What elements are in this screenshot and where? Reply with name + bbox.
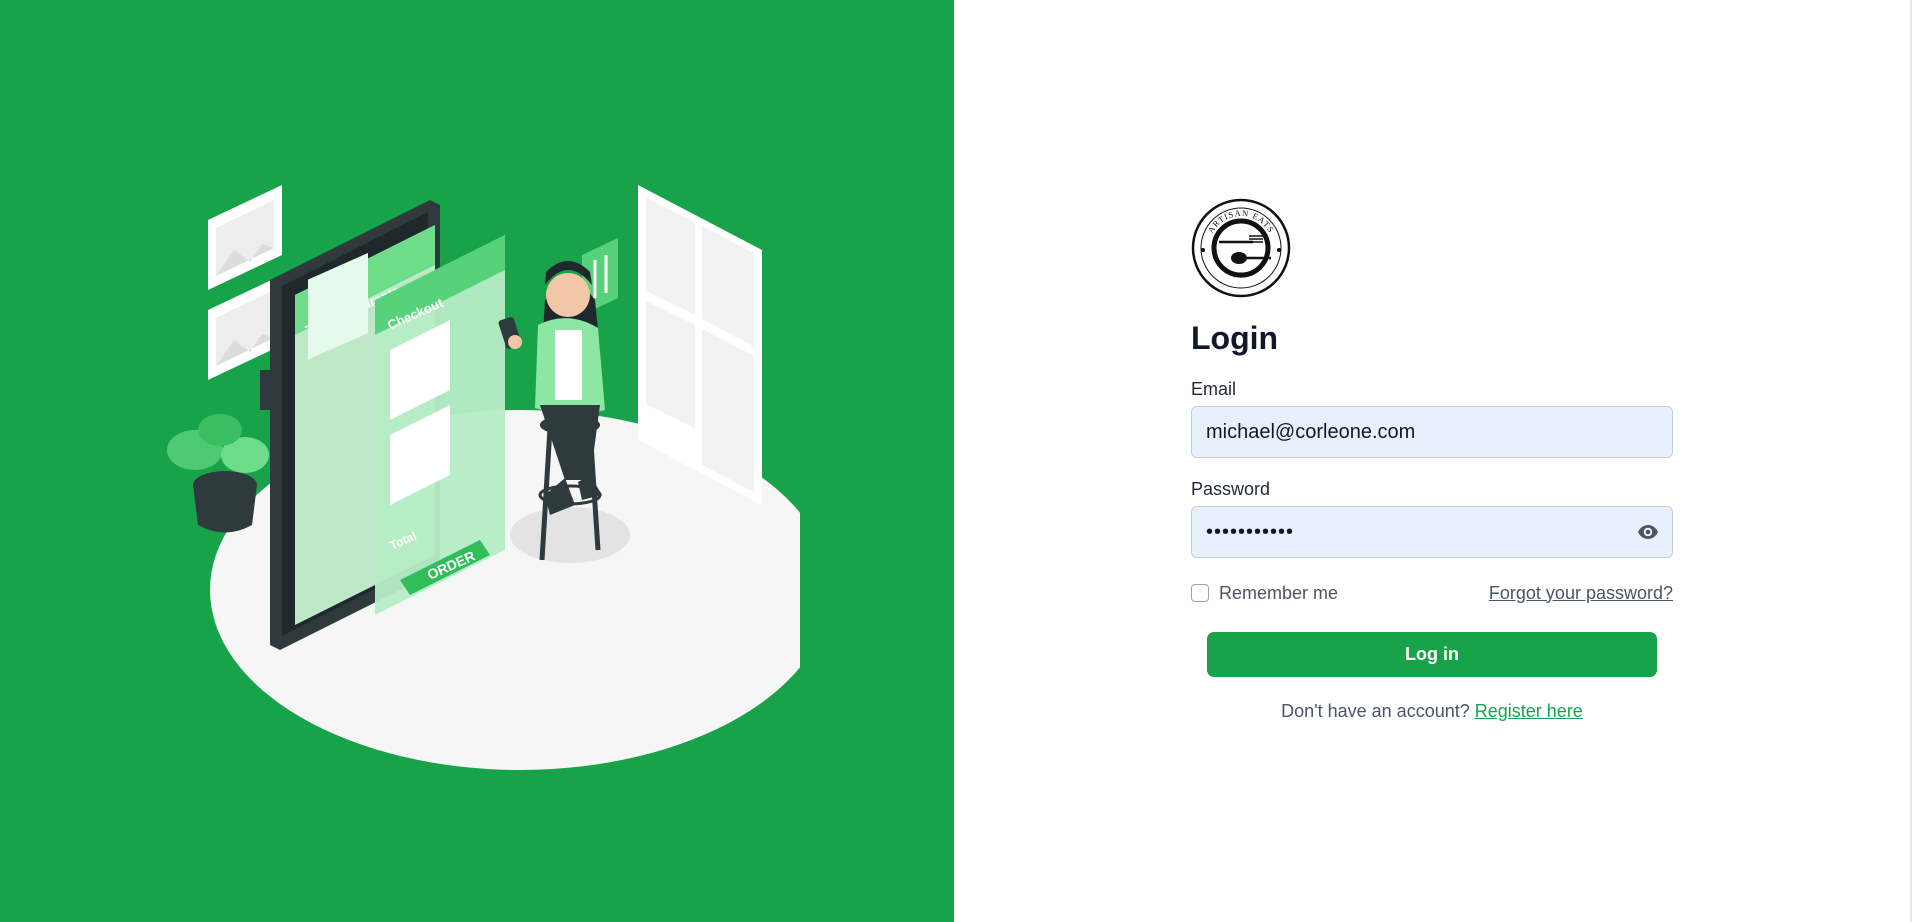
remember-me-label: Remember me <box>1219 582 1339 603</box>
food-ordering-illustration: Top Restaurants Checkout Total ORDER <box>167 185 800 770</box>
login-form: ARTISAN EATS SNACKS & RESTAURANT Login E… <box>1191 198 1673 722</box>
login-button[interactable]: Log in <box>1207 632 1657 677</box>
register-prompt-line: Don't have an account? Register here <box>1191 701 1673 722</box>
login-panel: ARTISAN EATS SNACKS & RESTAURANT Login E… <box>954 0 1912 922</box>
wall-frame-top <box>208 185 282 290</box>
left-illustration-panel: Top Restaurants Checkout Total ORDER <box>0 0 954 922</box>
options-row: Remember me Forgot your password? <box>1191 580 1673 606</box>
login-title: Login <box>1191 320 1279 356</box>
artisan-eats-logo: ARTISAN EATS SNACKS & RESTAURANT <box>1191 198 1291 298</box>
password-label: Password <box>1191 479 1271 499</box>
password-field[interactable] <box>1191 506 1673 558</box>
password-field-wrapper <box>1191 506 1673 558</box>
email-label: Email <box>1191 379 1237 399</box>
register-prompt: Don't have an account? <box>1281 701 1470 721</box>
remember-me-checkbox[interactable] <box>1191 584 1209 602</box>
register-link[interactable]: Register here <box>1475 701 1583 721</box>
app-screen-checkout: Checkout Total ORDER <box>375 235 505 615</box>
forgot-password-link[interactable]: Forgot your password? <box>1489 583 1673 604</box>
remember-me-toggle[interactable]: Remember me <box>1191 583 1338 604</box>
email-field[interactable] <box>1191 406 1673 458</box>
eye-icon[interactable] <box>1635 520 1661 544</box>
